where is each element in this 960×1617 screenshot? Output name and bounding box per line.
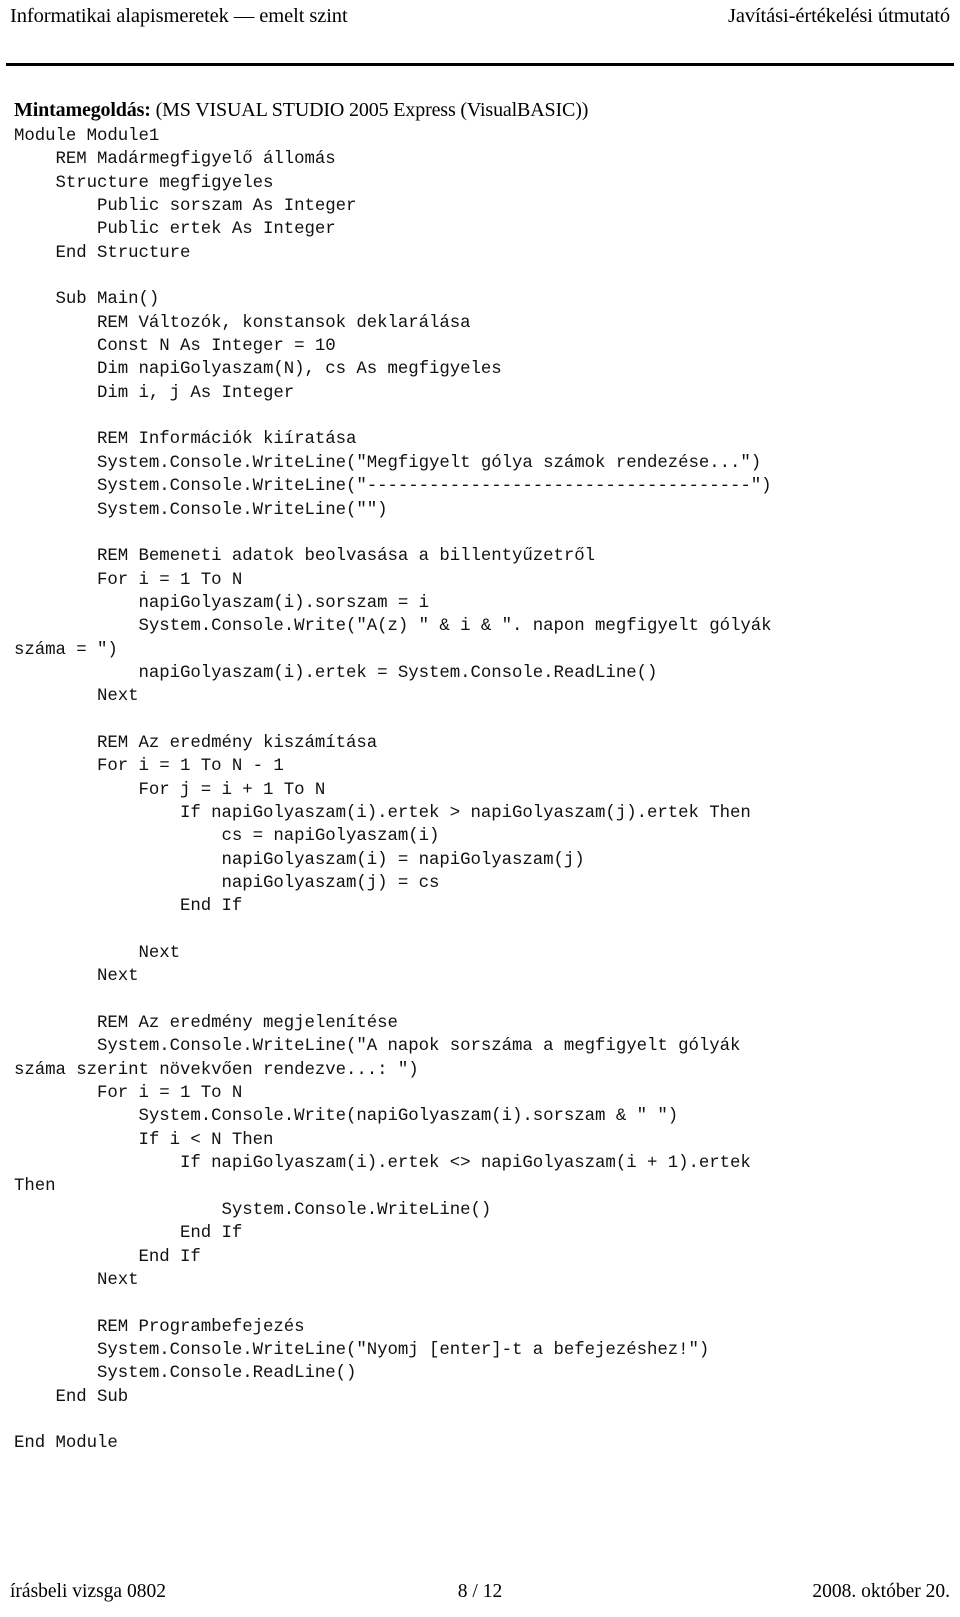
code-line: Public sorszam As Integer (14, 197, 357, 217)
code-line: Next (14, 944, 181, 964)
code-line: Public ertek As Integer (14, 220, 336, 240)
code-line: For i = 1 To N - 1 (14, 757, 284, 777)
source-code-block: Module Module1 REM Madármegfigyelő állom… (14, 125, 950, 1456)
footer-page-number: 8 / 12 (457, 1581, 503, 1602)
code-line: REM Az eredmény kiszámítása (14, 733, 378, 753)
code-line: For i = 1 To N (14, 570, 243, 590)
header-subject: Informatikai alapismeretek — emelt szint (10, 5, 348, 27)
code-line: Next (14, 967, 139, 987)
code-line: napiGolyaszam(i).ertek = System.Console.… (14, 663, 658, 683)
code-line: REM Információk kiíratása (14, 430, 357, 450)
code-line: For i = 1 To N (14, 1084, 243, 1104)
code-line: End Sub (14, 1387, 129, 1407)
code-line: End If (14, 897, 243, 917)
code-line: Dim napiGolyaszam(N), cs As megfigyeles (14, 360, 502, 380)
code-line: If napiGolyaszam(i).ertek <> napiGolyasz… (14, 1154, 751, 1174)
code-line: napiGolyaszam(i) = napiGolyaszam(j) (14, 850, 585, 870)
page-content: Mintamegoldás: (MS VISUAL STUDIO 2005 Ex… (14, 96, 950, 1456)
code-line: System.Console.ReadLine() (14, 1364, 357, 1384)
code-line: System.Console.WriteLine("") (14, 500, 388, 520)
code-line: System.Console.Write("A(z) " & i & ". na… (14, 617, 772, 637)
code-line: cs = napiGolyaszam(i) (14, 827, 440, 847)
code-line: napiGolyaszam(j) = cs (14, 874, 440, 893)
running-footer: írásbeli vizsga 0802 8 / 12 2008. októbe… (10, 1579, 950, 1605)
code-line: Const N As Integer = 10 (14, 337, 336, 357)
code-line: System.Console.WriteLine("--------------… (14, 477, 772, 497)
code-line: System.Console.Write(napiGolyaszam(i).so… (14, 1107, 679, 1127)
code-line: System.Console.WriteLine("Nyomj [enter]-… (14, 1340, 710, 1360)
header-document-type: Javítási-értékelési útmutató (727, 5, 950, 27)
code-line: száma szerint növekvően rendezve...: ") (14, 1060, 419, 1080)
code-line: napiGolyaszam(i).sorszam = i (14, 593, 430, 613)
code-line: Module Module1 (14, 127, 160, 146)
code-line: száma = ") (14, 640, 118, 660)
code-line: End Structure (14, 243, 191, 263)
code-line: Next (14, 1270, 139, 1290)
code-line: Sub Main() (14, 290, 160, 310)
header-divider (6, 63, 954, 66)
running-header: Informatikai alapismeretek — emelt szint… (10, 2, 950, 32)
code-line: REM Változók, konstansok deklarálása (14, 313, 471, 333)
solution-heading-environment: (MS VISUAL STUDIO 2005 Express (VisualBA… (150, 99, 589, 121)
code-line: Then (14, 1177, 56, 1197)
code-line: System.Console.WriteLine("Megfigyelt gól… (14, 453, 762, 473)
code-line: System.Console.WriteLine() (14, 1200, 492, 1220)
code-line: End Module (14, 1434, 118, 1454)
code-line: REM Bemeneti adatok beolvasása a billent… (14, 547, 596, 567)
code-line: End If (14, 1224, 243, 1244)
code-line: If i < N Then (14, 1130, 274, 1150)
footer-date: 2008. október 20. (812, 1581, 950, 1602)
code-line: End If (14, 1247, 201, 1267)
code-line: REM Az eredmény megjelenítése (14, 1014, 398, 1034)
code-line: REM Programbefejezés (14, 1317, 305, 1337)
solution-heading-label: Mintamegoldás: (14, 99, 151, 121)
code-line: Structure megfigyeles (14, 173, 274, 193)
code-line: For j = i + 1 To N (14, 780, 326, 800)
solution-heading: Mintamegoldás: (MS VISUAL STUDIO 2005 Ex… (14, 96, 950, 124)
footer-exam-code: írásbeli vizsga 0802 (10, 1581, 166, 1602)
code-line: Next (14, 687, 139, 707)
document-page: Informatikai alapismeretek — emelt szint… (0, 0, 960, 1617)
code-line: REM Madármegfigyelő állomás (14, 150, 336, 170)
code-line: If napiGolyaszam(i).ertek > napiGolyasza… (14, 803, 751, 823)
code-line: Dim i, j As Integer (14, 383, 295, 403)
code-line: System.Console.WriteLine("A napok sorszá… (14, 1037, 741, 1057)
